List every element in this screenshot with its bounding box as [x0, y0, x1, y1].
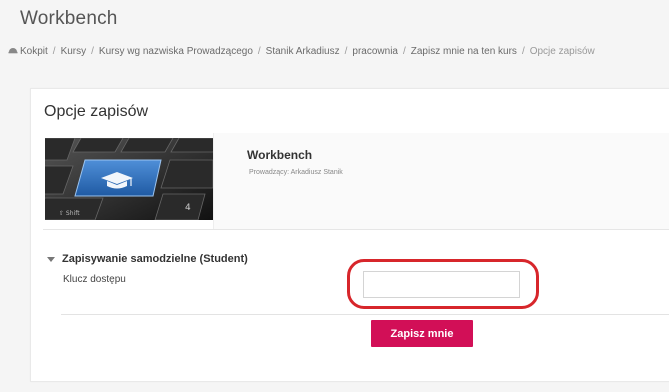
breadcrumb-separator: /: [344, 46, 348, 57]
breadcrumb-link-stanik-arkadiusz[interactable]: Stanik Arkadiusz: [266, 46, 340, 57]
keyboard-illustration: ⇧ Shift 4: [45, 138, 213, 220]
breadcrumb-separator: /: [52, 46, 56, 57]
num-key-label: 4: [185, 203, 191, 213]
chevron-down-icon: [47, 257, 55, 262]
breadcrumb-current: Opcje zapisów: [529, 46, 595, 57]
breadcrumb-separator: /: [257, 46, 261, 57]
course-teacher: Prowadzący: Arkadiusz Stanik: [249, 169, 343, 176]
breadcrumb-link-zapisz-mnie[interactable]: Zapisz mnie na ten kurs: [411, 46, 517, 57]
page-title: Opcje zapisów: [44, 103, 149, 120]
breadcrumb-link-kursy[interactable]: Kursy: [61, 46, 87, 57]
course-box: ⇧ Shift 4 Workbench Prowadzący: Arkadius…: [43, 133, 669, 230]
breadcrumb-separator: /: [402, 46, 406, 57]
self-enrol-section-toggle[interactable]: Zapisywanie samodzielne (Student): [47, 253, 248, 265]
site-title[interactable]: Workbench: [20, 8, 118, 30]
divider: [61, 314, 669, 315]
enrolment-key-label: Klucz dostępu: [63, 274, 126, 285]
teacher-name[interactable]: Arkadiusz Stanik: [291, 169, 343, 176]
shift-key-label: ⇧ Shift: [59, 210, 80, 217]
speedometer-icon: [8, 48, 18, 54]
breadcrumb-separator: /: [521, 46, 525, 57]
breadcrumb: Kokpit / Kursy / Kursy wg nazwiska Prowadząc…: [8, 45, 595, 57]
course-info-panel: Workbench Prowadzący: Arkadiusz Stanik: [213, 133, 669, 229]
enrolment-key-input[interactable]: [363, 271, 520, 298]
breadcrumb-link-kokpit[interactable]: Kokpit: [20, 46, 48, 57]
breadcrumb-link-pracownia[interactable]: pracownia: [352, 46, 398, 57]
enrol-me-button[interactable]: Zapisz mnie: [371, 320, 473, 347]
breadcrumb-link-kursy-wg-nazwiska[interactable]: Kursy wg nazwiska Prowadzącego: [99, 46, 253, 57]
breadcrumb-separator: /: [91, 46, 94, 57]
section-header-label: Zapisywanie samodzielne (Student): [62, 253, 248, 265]
course-image: ⇧ Shift 4: [45, 138, 213, 220]
teacher-label: Prowadzący:: [249, 169, 290, 176]
enrol-options-card: Opcje zapisów ⇧ Shift 4 Workbench Prowad…: [30, 88, 669, 382]
course-name[interactable]: Workbench: [247, 148, 312, 162]
